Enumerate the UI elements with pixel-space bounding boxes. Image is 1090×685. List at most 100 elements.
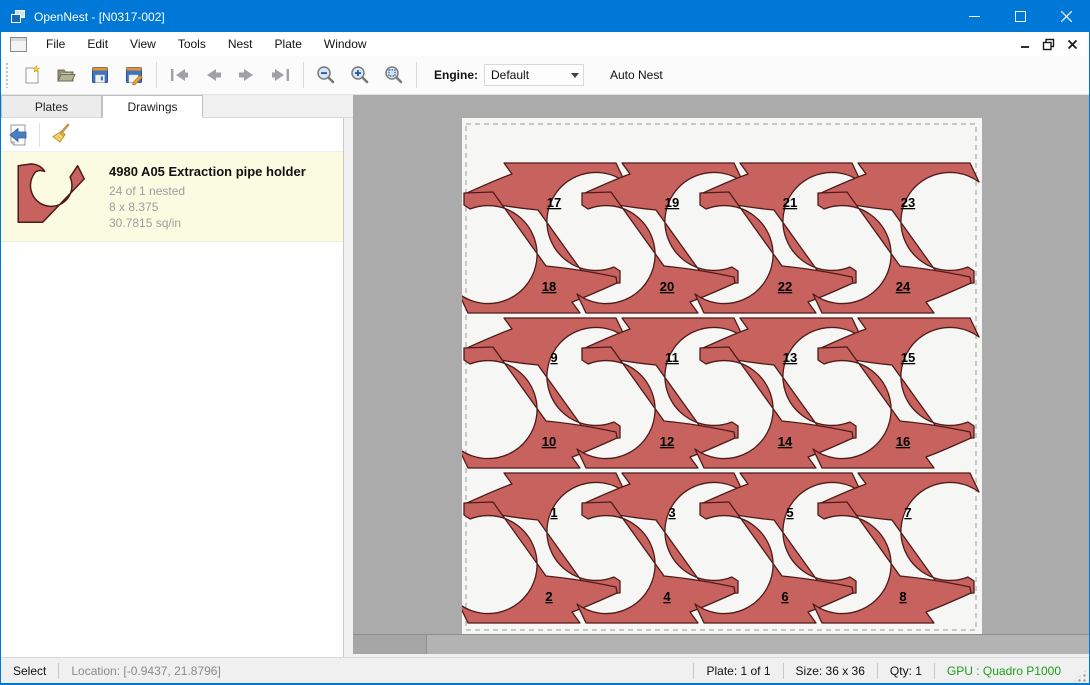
- window-title: OpenNest - [N0317-002]: [34, 10, 165, 24]
- zoom-in-button[interactable]: [343, 60, 377, 90]
- status-gpu: GPU : Quadro P1000: [935, 664, 1073, 678]
- mdi-document-icon: [10, 37, 27, 52]
- part-number-2: 2: [545, 589, 552, 604]
- minimize-button[interactable]: [951, 1, 997, 32]
- close-icon: [1061, 11, 1072, 22]
- drawing-dimensions: 8 x 8.375: [109, 199, 306, 215]
- part-number-16: 16: [896, 434, 910, 449]
- menu-item-tools[interactable]: Tools: [167, 33, 217, 55]
- auto-nest-button[interactable]: Auto Nest: [602, 63, 671, 87]
- drawing-nested-count: 24 of 1 nested: [109, 183, 306, 199]
- previous-plate-button[interactable]: [196, 60, 230, 90]
- go-last-icon: [270, 66, 292, 84]
- remove-drawing-button[interactable]: [1, 120, 35, 150]
- last-plate-button[interactable]: [264, 60, 298, 90]
- toolbar-separator: [156, 62, 157, 88]
- close-button[interactable]: [1043, 1, 1089, 32]
- status-plate: Plate: 1 of 1: [694, 664, 782, 678]
- drawing-list-item[interactable]: 4980 A05 Extraction pipe holder 24 of 1 …: [1, 152, 343, 242]
- part-number-20: 20: [660, 279, 674, 294]
- status-bar: Select Location: [-0.9437, 21.8796] Plat…: [1, 657, 1089, 683]
- nest-view: 171819202122232491011121314151612345678: [353, 95, 1089, 657]
- drawing-item-text: 4980 A05 Extraction pipe holder 24 of 1 …: [97, 161, 306, 231]
- new-button[interactable]: [15, 60, 49, 90]
- mdi-close-icon: [1067, 39, 1078, 50]
- mdi-restore-button[interactable]: [1040, 36, 1057, 52]
- next-plate-button[interactable]: [230, 60, 264, 90]
- go-previous-icon: [202, 66, 224, 84]
- open-folder-icon: [56, 65, 76, 85]
- mdi-window-controls: [1016, 36, 1089, 52]
- go-first-icon: [168, 66, 190, 84]
- resize-grip-icon[interactable]: [1073, 669, 1087, 683]
- part-number-10: 10: [542, 434, 556, 449]
- part-number-17: 17: [547, 195, 561, 210]
- status-qty: Qty: 1: [878, 664, 934, 678]
- drawings-pane: 4980 A05 Extraction pipe holder 24 of 1 …: [1, 118, 344, 657]
- part-number-23: 23: [901, 195, 915, 210]
- open-button[interactable]: [49, 60, 83, 90]
- main-area: PlatesDrawings: [1, 95, 1089, 657]
- maximize-icon: [1015, 11, 1026, 22]
- status-size: Size: 36 x 36: [784, 664, 877, 678]
- menu-item-plate[interactable]: Plate: [264, 33, 313, 55]
- sidebar-tabs: PlatesDrawings: [1, 95, 353, 118]
- mdi-minimize-icon: [1019, 38, 1031, 50]
- toolbar-separator: [303, 62, 304, 88]
- status-location: Location: [-0.9437, 21.8796]: [59, 664, 232, 678]
- part-number-12: 12: [660, 434, 674, 449]
- broom-icon: [49, 123, 73, 147]
- main-toolbar: Engine: Default Auto Nest: [1, 56, 1089, 95]
- engine-label: Engine:: [434, 68, 478, 82]
- clear-drawings-button[interactable]: [44, 120, 78, 150]
- save-button[interactable]: [83, 60, 117, 90]
- menu-item-window[interactable]: Window: [313, 33, 378, 55]
- toolbar-separator: [416, 62, 417, 88]
- tab-plates[interactable]: Plates: [1, 95, 102, 118]
- save-icon: [90, 65, 110, 85]
- mdi-restore-icon: [1042, 38, 1055, 51]
- part-number-5: 5: [786, 505, 793, 520]
- zoom-fit-button[interactable]: [377, 60, 411, 90]
- canvas-bottom-edge: [353, 654, 1089, 657]
- part-number-3: 3: [668, 505, 675, 520]
- part-number-19: 19: [665, 195, 679, 210]
- app-window: OpenNest - [N0317-002] FileEditViewTools…: [0, 0, 1090, 685]
- tab-drawings[interactable]: Drawings: [102, 95, 203, 118]
- maximize-button[interactable]: [997, 1, 1043, 32]
- zoom-fit-icon: [384, 65, 404, 85]
- part-number-21: 21: [783, 195, 797, 210]
- part-number-14: 14: [778, 434, 793, 449]
- minimize-icon: [969, 11, 980, 22]
- sidebar: PlatesDrawings: [1, 95, 353, 657]
- scrollbar-thumb[interactable]: [353, 635, 427, 654]
- menu-item-view[interactable]: View: [119, 33, 167, 55]
- toolbar-grip[interactable]: [5, 62, 9, 88]
- save-as-icon: [124, 65, 144, 85]
- zoom-in-icon: [350, 65, 370, 85]
- go-next-icon: [236, 66, 258, 84]
- mdi-close-button[interactable]: [1064, 36, 1081, 52]
- save-as-button[interactable]: [117, 60, 151, 90]
- part-number-6: 6: [781, 589, 788, 604]
- horizontal-scrollbar[interactable]: [353, 634, 1089, 654]
- part-number-7: 7: [904, 505, 911, 520]
- menu-bar: FileEditViewToolsNestPlateWindow: [1, 32, 1089, 56]
- part-number-1: 1: [550, 505, 557, 520]
- menu-item-edit[interactable]: Edit: [76, 33, 119, 55]
- first-plate-button[interactable]: [162, 60, 196, 90]
- zoom-out-icon: [316, 65, 336, 85]
- engine-value: Default: [485, 68, 567, 82]
- part-number-22: 22: [778, 279, 792, 294]
- drawings-toolbar: [1, 118, 343, 152]
- part-number-18: 18: [542, 279, 556, 294]
- part-number-15: 15: [901, 350, 915, 365]
- nest-canvas[interactable]: 171819202122232491011121314151612345678: [353, 95, 1089, 657]
- menu-item-nest[interactable]: Nest: [217, 33, 264, 55]
- mdi-minimize-button[interactable]: [1016, 36, 1033, 52]
- menu-item-file[interactable]: File: [35, 33, 76, 55]
- engine-select[interactable]: Default: [484, 64, 584, 86]
- status-mode: Select: [1, 664, 58, 678]
- part-number-9: 9: [550, 350, 557, 365]
- zoom-out-button[interactable]: [309, 60, 343, 90]
